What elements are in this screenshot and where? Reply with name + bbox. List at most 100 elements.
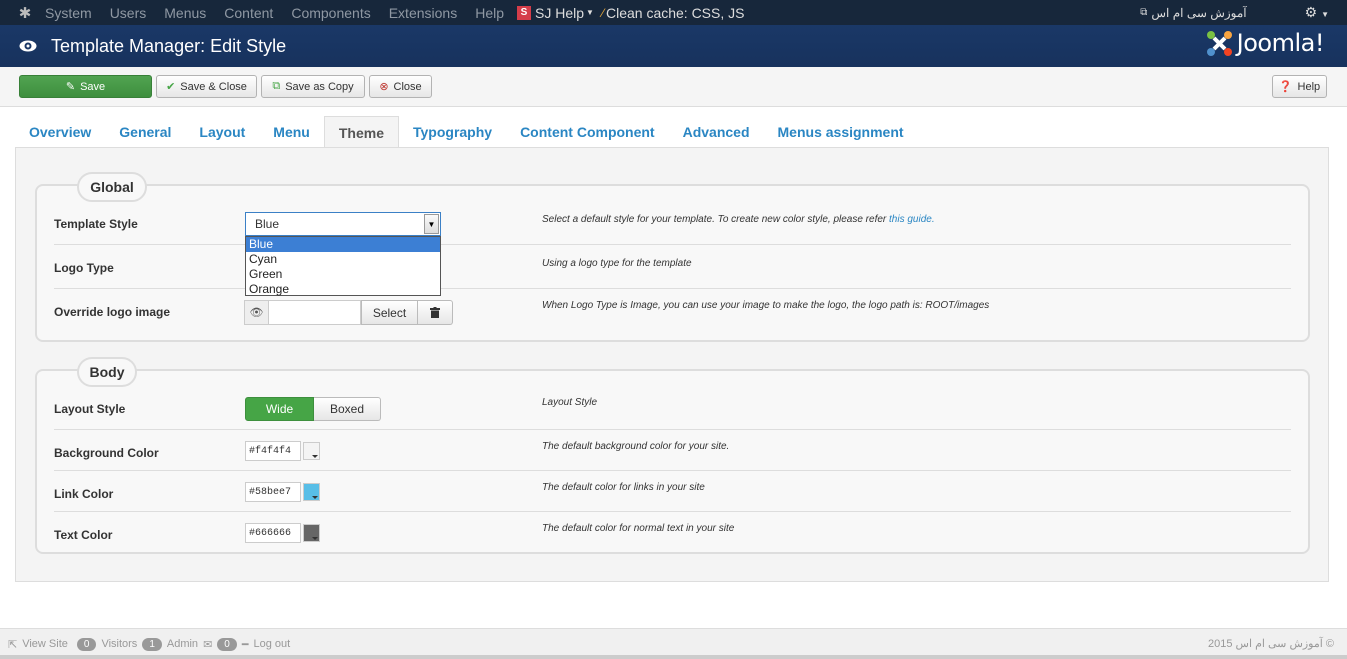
copyright: آموزش سی ام اس 2015 ©: [1208, 638, 1334, 650]
template-style-label: Template Style: [54, 217, 138, 231]
tab-bar: Overview General Layout Menu Theme Typog…: [15, 116, 918, 149]
question-icon: ❓: [1278, 81, 1293, 93]
tab-layout[interactable]: Layout: [185, 116, 259, 148]
logo-path-input[interactable]: [269, 300, 361, 325]
color-swatch[interactable]: [303, 524, 320, 542]
guide-link[interactable]: this guide.: [889, 214, 935, 225]
option-cyan[interactable]: Cyan: [246, 252, 440, 267]
visitors-badge: 0: [76, 637, 97, 651]
divider: [54, 288, 1291, 289]
joomla-brand-text: Joomla!: [1236, 29, 1325, 57]
clean-cache-label: Clean cache: CSS, JS: [605, 4, 745, 21]
color-swatch[interactable]: [303, 483, 320, 501]
save-close-button[interactable]: ✔ Save & Close: [156, 75, 257, 98]
toolbar: ✎ Save ✔ Save & Close ⧉ Save as Copy ⊗ C…: [0, 67, 1347, 107]
divider: [54, 244, 1291, 245]
logout-link[interactable]: Log out: [253, 638, 290, 650]
trash-icon[interactable]: [418, 300, 453, 325]
sj-help-label: SJ Help: [535, 4, 585, 21]
body-legend: Body: [77, 357, 137, 387]
menu-help[interactable]: Help: [475, 5, 504, 21]
wide-option[interactable]: Wide: [245, 397, 314, 421]
link-color-row: Link Color #58bee7 The default color for…: [37, 482, 1312, 512]
help-button[interactable]: ❓ Help: [1272, 75, 1327, 98]
messages-badge[interactable]: 0: [217, 637, 237, 651]
background-color-picker: #f4f4f4: [245, 441, 320, 461]
text-color-label: Text Color: [54, 528, 113, 542]
admin-top-navbar: ✱ System Users Menus Content Components …: [0, 0, 1347, 25]
sj-help-menu[interactable]: S SJ Help ▼: [517, 5, 594, 21]
link-color-label: Link Color: [54, 487, 114, 501]
global-legend: Global: [77, 172, 147, 202]
menu-extensions[interactable]: Extensions: [389, 5, 457, 21]
template-style-row: Template Style Blue ▼ Select a default s…: [37, 212, 1312, 244]
gear-icon[interactable]: ⚙ ▼: [1305, 4, 1329, 21]
close-button[interactable]: ⊗ Close: [369, 75, 432, 98]
template-style-value: Blue: [255, 217, 280, 231]
tab-typography[interactable]: Typography: [399, 116, 506, 148]
tab-theme[interactable]: Theme: [323, 116, 399, 149]
tab-advanced[interactable]: Advanced: [669, 116, 764, 148]
select-image-button[interactable]: Select: [361, 300, 418, 325]
tab-overview[interactable]: Overview: [15, 116, 105, 148]
template-style-select[interactable]: Blue ▼: [245, 212, 441, 236]
joomla-menu-icon[interactable]: ✱: [17, 5, 33, 22]
view-site-link[interactable]: View Site: [22, 638, 68, 650]
menu-users[interactable]: Users: [110, 5, 147, 21]
save-copy-label: Save as Copy: [285, 80, 354, 93]
divider: [54, 511, 1291, 512]
top-menu: System Users Menus Content Components Ex…: [45, 5, 522, 21]
text-color-picker: #666666: [245, 523, 320, 543]
menu-system[interactable]: System: [45, 5, 92, 21]
preview-eye-icon[interactable]: 👁: [244, 300, 269, 325]
layout-style-desc: Layout Style: [542, 397, 598, 408]
envelope-icon: ✉: [203, 638, 213, 651]
text-color-desc: The default color for normal text in you…: [542, 523, 735, 534]
page-title: Template Manager: Edit Style: [51, 35, 287, 56]
close-label: Close: [393, 80, 422, 93]
site-link[interactable]: آموزش سی ام اس: [1151, 6, 1246, 20]
tab-general[interactable]: General: [105, 116, 185, 148]
cancel-icon: ⊗: [379, 81, 389, 93]
override-logo-desc: When Logo Type is Image, you can use you…: [542, 300, 990, 311]
page-header: Template Manager: Edit Style Joomla!: [0, 25, 1347, 67]
save-copy-button[interactable]: ⧉ Save as Copy: [261, 75, 365, 98]
navbar-right: ⧉ آموزش سی ام اس ⚙ ▼: [1140, 0, 1329, 25]
link-color-input[interactable]: #58bee7: [245, 482, 301, 502]
footer-status: ⇱ View Site 0 Visitors 1 Admin ✉ 0 ━ Log…: [8, 637, 295, 651]
override-logo-label: Override logo image: [54, 305, 171, 319]
text-color-input[interactable]: #666666: [245, 523, 301, 543]
chevron-down-icon[interactable]: ▼: [424, 214, 439, 234]
background-color-input[interactable]: #f4f4f4: [245, 441, 301, 461]
background-color-label: Background Color: [54, 446, 159, 460]
external-link-icon: ⇱: [8, 638, 18, 651]
tab-content-component[interactable]: Content Component: [506, 116, 669, 148]
menu-content[interactable]: Content: [224, 5, 273, 21]
save-button[interactable]: ✎ Save: [19, 75, 152, 98]
option-blue[interactable]: Blue: [246, 237, 440, 252]
option-green[interactable]: Green: [246, 267, 440, 282]
copy-icon: ⧉: [272, 80, 281, 92]
visitors-label: Visitors: [101, 638, 138, 650]
horizontal-scrollbar[interactable]: [0, 655, 1347, 659]
logo-type-label: Logo Type: [54, 261, 114, 275]
template-style-dropdown: Blue Cyan Green Orange: [245, 236, 441, 296]
sj-logo-icon: S: [517, 5, 531, 20]
divider: [54, 470, 1291, 471]
color-swatch[interactable]: [303, 442, 320, 460]
tab-menu[interactable]: Menu: [259, 116, 324, 148]
link-color-desc: The default color for links in your site: [542, 482, 705, 493]
joomla-logo: Joomla!: [1206, 29, 1325, 57]
override-logo-row: Override logo image 👁 Select When Logo T…: [37, 300, 1312, 330]
layout-style-row: Layout Style Wide Boxed Layout Style: [37, 397, 1312, 427]
menu-components[interactable]: Components: [291, 5, 370, 21]
admin-label: Admin: [166, 638, 199, 650]
option-orange[interactable]: Orange: [246, 282, 440, 297]
joomla-mark-icon: [1206, 30, 1233, 57]
logo-media-field: 👁 Select: [244, 300, 453, 325]
logo-type-row: Logo Type Using a logo type for the temp…: [37, 258, 1312, 288]
tab-menus-assignment[interactable]: Menus assignment: [764, 116, 918, 148]
menu-menus[interactable]: Menus: [164, 5, 206, 21]
clean-cache-link[interactable]: ⁄ Clean cache: CSS, JS: [602, 5, 745, 21]
boxed-option[interactable]: Boxed: [314, 397, 381, 421]
